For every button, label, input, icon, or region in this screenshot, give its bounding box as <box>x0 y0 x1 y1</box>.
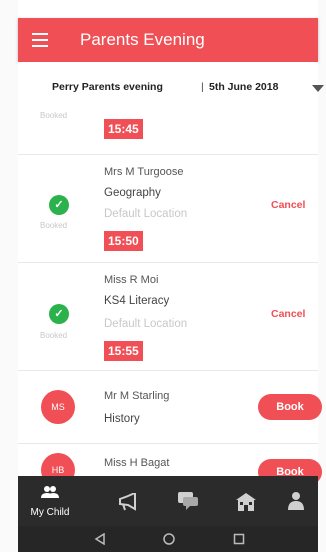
booked-check-icon: ✓ <box>49 195 69 215</box>
cancel-button[interactable]: Cancel <box>271 308 305 320</box>
nav-my-child[interactable]: My Child <box>20 476 80 526</box>
nav-school[interactable] <box>226 476 266 526</box>
bottom-navigation: My Child <box>18 476 318 526</box>
booking-status: Booked <box>40 331 68 340</box>
school-icon <box>236 493 256 511</box>
booking-status: Booked <box>40 221 68 230</box>
nav-profile[interactable] <box>276 476 316 526</box>
app-header: Parents Evening <box>18 18 318 62</box>
appointment-row: Mrs M Turgoose Geography Default Locatio… <box>18 155 318 263</box>
teacher-name: Mrs M Turgoose <box>104 166 184 178</box>
system-navigation-bar <box>18 526 318 552</box>
teacher-avatar: MS <box>41 390 75 424</box>
location-name: Default Location <box>104 208 188 220</box>
subject-name: History <box>104 413 140 425</box>
home-icon[interactable] <box>163 533 175 545</box>
event-separator: | <box>201 81 204 93</box>
subject-name: KS4 Literacy <box>104 295 170 307</box>
appointment-time: 15:45 <box>104 119 143 139</box>
event-selector[interactable]: Perry Parents evening | 5th June 2018 <box>18 62 324 109</box>
appointment-row: Miss R Moi KS4 Literacy Default Location… <box>18 263 318 371</box>
teacher-name: Miss R Moi <box>104 274 159 286</box>
subject-name: Geography <box>104 187 161 199</box>
recents-icon[interactable] <box>233 533 245 545</box>
book-button[interactable]: Book <box>258 394 322 420</box>
person-icon <box>288 492 304 510</box>
cancel-button[interactable]: Cancel <box>271 199 305 211</box>
event-name: Perry Parents evening <box>52 81 163 93</box>
page-title: Parents Evening <box>80 30 205 49</box>
screen-frame-left <box>0 0 18 552</box>
menu-icon[interactable] <box>32 33 48 47</box>
appointment-row: Booked 15:45 <box>18 108 318 155</box>
nav-messages[interactable] <box>168 476 208 526</box>
chat-icon <box>178 492 198 510</box>
nav-announcements[interactable] <box>108 476 148 526</box>
location-name: Default Location <box>104 318 188 330</box>
appointment-time: 15:50 <box>104 231 143 251</box>
appointment-time: 15:55 <box>104 341 143 361</box>
teacher-name: Mr M Starling <box>104 390 170 402</box>
back-icon[interactable] <box>94 533 106 545</box>
booked-check-icon: ✓ <box>49 304 69 324</box>
event-date: 5th June 2018 <box>209 81 279 93</box>
megaphone-icon <box>119 493 136 511</box>
nav-label: My Child <box>30 507 70 518</box>
appointment-row: MS Mr M Starling History Book <box>18 371 322 444</box>
dropdown-arrow-icon[interactable] <box>312 85 324 92</box>
booking-status: Booked <box>40 111 68 120</box>
teacher-name: Miss H Bagat <box>104 457 170 469</box>
people-icon <box>41 486 59 498</box>
